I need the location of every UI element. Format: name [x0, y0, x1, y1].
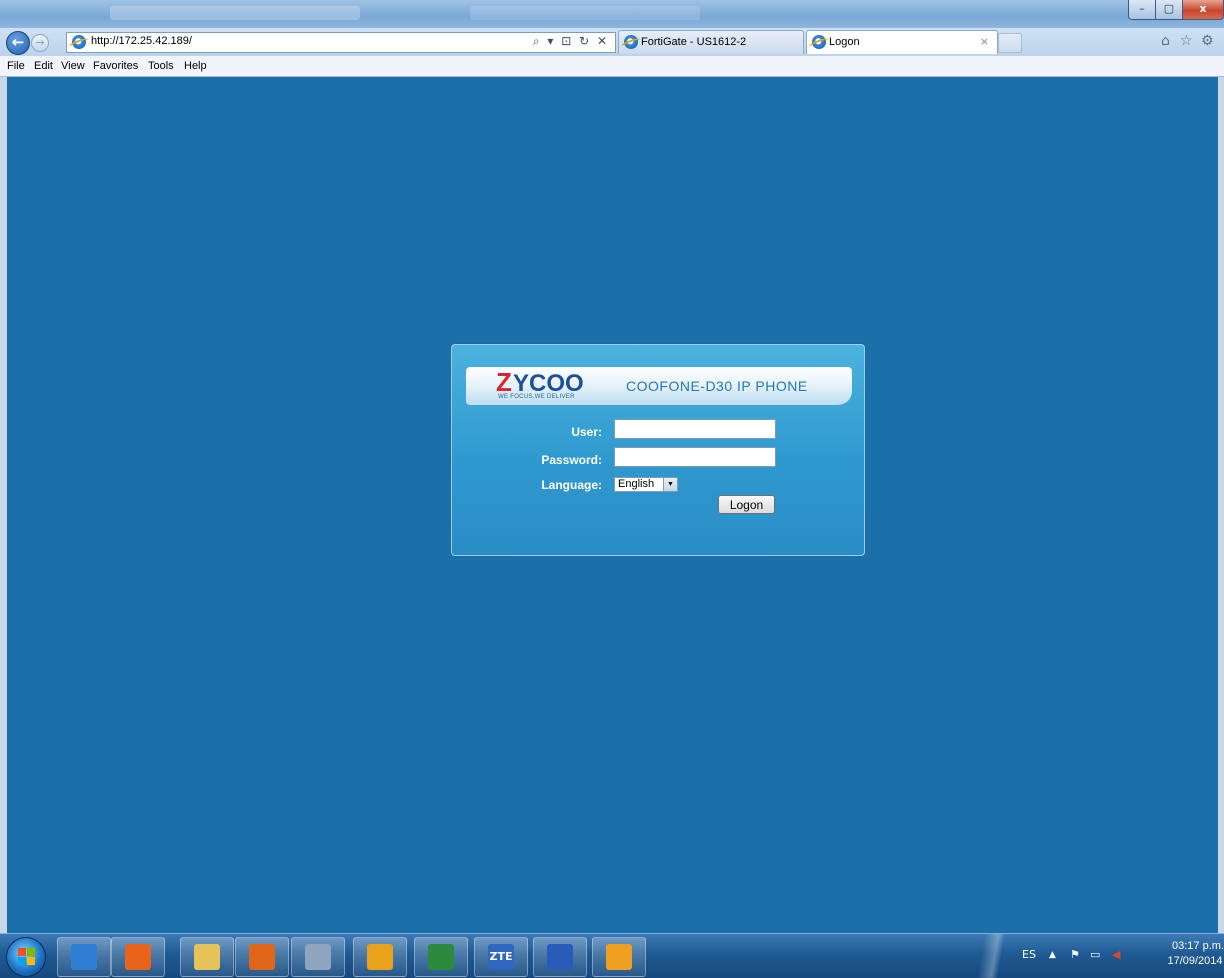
taskbar-app-internet-explorer[interactable] — [57, 937, 111, 977]
close-button[interactable]: x — [1182, 0, 1224, 20]
minimize-button[interactable]: – — [1128, 0, 1156, 20]
menu-favorites[interactable]: Favorites — [93, 60, 138, 72]
logo-z: Z — [496, 370, 512, 394]
window-frame-left — [0, 77, 7, 933]
taskbar-app-file-explorer[interactable] — [180, 937, 234, 977]
taskbar-app-app-flame[interactable] — [592, 937, 646, 977]
logo-ycoo: YCOO — [513, 370, 584, 394]
windows-logo-icon — [27, 957, 35, 965]
new-tab-button[interactable] — [998, 33, 1022, 53]
taskbar-app-outlook[interactable] — [353, 937, 407, 977]
address-tools-icons[interactable]: ⌕ ▾ ⊡ ↻ ✕ — [533, 34, 609, 49]
forward-button[interactable]: → — [31, 34, 49, 52]
address-bar[interactable]: http://172.25.42.189/ ⌕ ▾ ⊡ ↻ ✕ — [66, 32, 616, 53]
network-icon[interactable]: ▭ — [1090, 948, 1100, 961]
ie-page-icon — [72, 35, 86, 49]
logo-tagline: WE FOCUS,WE DELIVER — [498, 394, 575, 400]
menu-file[interactable]: File — [7, 60, 25, 72]
logon-button[interactable]: Logon — [718, 495, 775, 514]
menu-tools[interactable]: Tools — [148, 60, 174, 72]
dropdown-arrow-icon[interactable]: ▼ — [663, 478, 677, 491]
product-title: COOFONE-D30 IP PHONE — [626, 378, 808, 394]
back-button[interactable]: ← — [6, 31, 30, 55]
windows-logo-icon — [18, 948, 26, 956]
start-button[interactable] — [6, 937, 46, 977]
maximize-button[interactable]: ▢ — [1155, 0, 1183, 20]
tools-gear-icon[interactable]: ⚙ — [1201, 33, 1214, 49]
login-banner: Z YCOO WE FOCUS,WE DELIVER COOFONE-D30 I… — [466, 367, 852, 405]
taskbar-app-firefox[interactable] — [235, 937, 289, 977]
menu-view[interactable]: View — [61, 60, 85, 72]
firefox-icon — [249, 944, 275, 970]
user-input[interactable] — [614, 419, 776, 439]
language-value: English — [618, 478, 655, 490]
close-tab-icon[interactable]: × — [980, 35, 989, 48]
clock-time[interactable]: 03:17 p.m. — [1168, 940, 1224, 952]
outlook-icon — [367, 944, 393, 970]
password-input[interactable] — [614, 447, 776, 467]
tray-divider — [958, 934, 1018, 978]
menu-edit[interactable]: Edit — [34, 60, 53, 72]
clock-date[interactable]: 17/09/2014 — [1165, 955, 1224, 967]
favorites-star-icon[interactable]: ☆ — [1180, 33, 1193, 49]
login-panel: Z YCOO WE FOCUS,WE DELIVER COOFONE-D30 I… — [451, 344, 865, 556]
title-bar-blur — [470, 6, 700, 20]
app-flame-icon — [606, 944, 632, 970]
tab-logon[interactable]: Logon × — [806, 30, 998, 54]
language-select[interactable]: English ▼ — [614, 477, 678, 492]
tab-fortigate[interactable]: FortiGate - US1612-2 — [618, 30, 804, 54]
taskbar-app-media-player[interactable] — [111, 937, 165, 977]
user-label: User: — [571, 425, 602, 439]
taskbar-app-excel[interactable] — [414, 937, 468, 977]
internet-explorer-icon — [71, 944, 97, 970]
language-label: Language: — [541, 478, 602, 492]
tab-label: FortiGate - US1612-2 — [641, 36, 747, 48]
zycoo-logo: Z YCOO — [496, 370, 584, 394]
password-label: Password: — [541, 453, 602, 467]
zte-icon: ZTE — [488, 944, 514, 970]
ie-tab-icon — [624, 35, 638, 49]
calculator-icon — [305, 944, 331, 970]
action-center-flag-icon[interactable]: ⚑ — [1070, 948, 1080, 961]
taskbar-app-zte[interactable]: ZTE — [474, 937, 528, 977]
address-url[interactable]: http://172.25.42.189/ — [91, 35, 192, 47]
window-frame-right — [1218, 77, 1224, 933]
file-explorer-icon — [194, 944, 220, 970]
volume-muted-icon[interactable]: ◀ — [1112, 948, 1120, 961]
window-title-bar: – ▢ x — [0, 0, 1224, 28]
browser-nav-row: ← → http://172.25.42.189/ ⌕ ▾ ⊡ ↻ ✕ Fort… — [0, 28, 1224, 56]
taskbar-app-word[interactable] — [533, 937, 587, 977]
menu-bar: File Edit View Favorites Tools Help — [0, 56, 1224, 77]
excel-icon — [428, 944, 454, 970]
menu-help[interactable]: Help — [184, 60, 207, 72]
tab-label: Logon — [829, 36, 860, 48]
show-hidden-icons-icon[interactable]: ▲ — [1049, 950, 1056, 960]
windows-logo-icon — [18, 957, 26, 965]
ie-tab-icon — [812, 35, 826, 49]
title-bar-blur — [110, 6, 360, 20]
taskbar-app-calculator[interactable] — [291, 937, 345, 977]
taskbar: ES ▲ ⚑ ▭ ◀ 03:17 p.m. 17/09/2014 ZTE — [0, 933, 1224, 978]
windows-logo-icon — [27, 948, 35, 956]
word-icon — [547, 944, 573, 970]
input-language[interactable]: ES — [1022, 948, 1036, 961]
home-icon[interactable]: ⌂ — [1161, 33, 1170, 49]
media-player-icon — [125, 944, 151, 970]
